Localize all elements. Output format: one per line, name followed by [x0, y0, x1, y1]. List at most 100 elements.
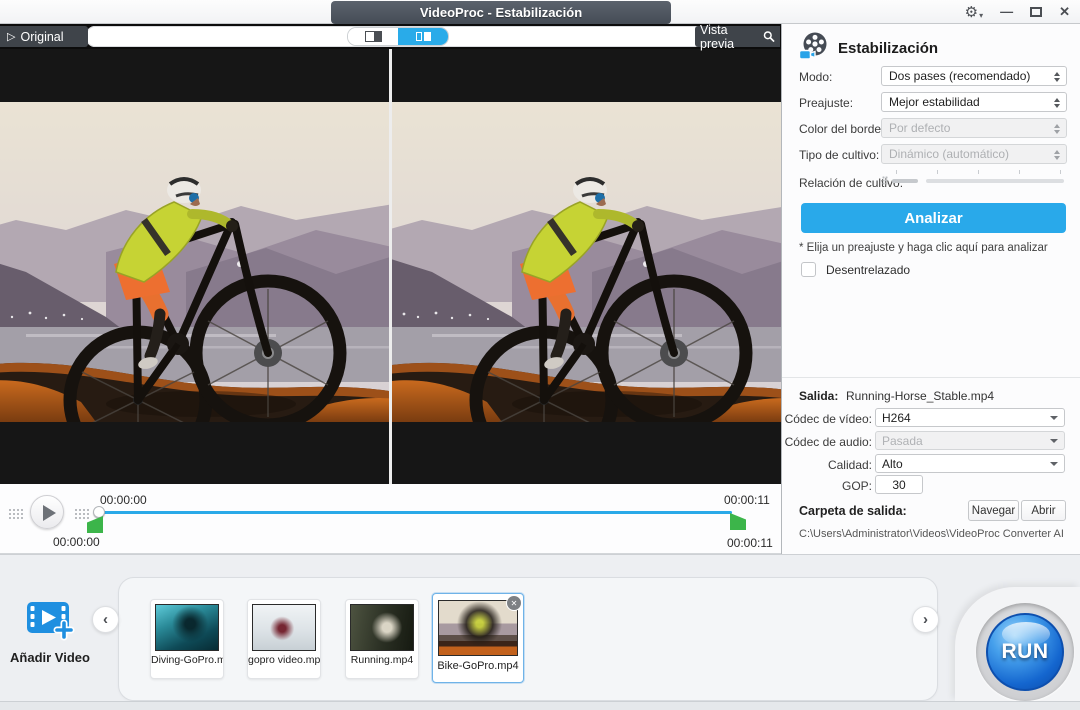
video-codec-value: H264: [882, 411, 911, 425]
vista-previa-text: Vista previa: [700, 23, 760, 51]
trim-start-marker[interactable]: [87, 516, 103, 533]
maximize-button[interactable]: [1030, 7, 1042, 17]
remove-video-button[interactable]: ✕: [506, 595, 522, 611]
output-folder-label: Carpeta de salida:: [799, 504, 907, 518]
arrow-left-icon: ‹: [103, 611, 108, 628]
video-carousel: [118, 577, 938, 701]
original-video-image: [0, 102, 389, 422]
view-mode-toggle: [348, 28, 448, 45]
video-thumbnail-image: [252, 604, 316, 651]
cultivo-select[interactable]: Dinámico (automático): [881, 144, 1067, 164]
audio-codec-label: Códec de audio:: [782, 435, 872, 449]
carousel-left-button[interactable]: ‹: [92, 606, 119, 633]
app-window: VideoProc - Estabilización ⚙ ▾ — ✕ ▷ Ori…: [0, 0, 1080, 710]
timeline-end-time: 00:00:11: [724, 493, 770, 507]
play-icon: [43, 505, 56, 521]
dropdown-arrow-icon: [1050, 416, 1058, 424]
calidad-select[interactable]: Alto: [875, 454, 1065, 473]
run-label: RUN: [1002, 640, 1049, 664]
video-codec-select[interactable]: H264: [875, 408, 1065, 427]
video-thumb-diving[interactable]: Diving-GoPro.mp4: [150, 599, 224, 679]
slider-ticks: [896, 170, 1062, 174]
navegar-button[interactable]: Navegar: [968, 500, 1019, 521]
minimize-button[interactable]: —: [1000, 7, 1013, 17]
abrir-button[interactable]: Abrir: [1021, 500, 1066, 521]
updown-icon: [1052, 147, 1061, 163]
gop-input[interactable]: [875, 475, 923, 494]
playhead-knob[interactable]: [93, 506, 105, 518]
add-video-label: Añadir Video: [6, 650, 94, 665]
magnifier-icon: [763, 30, 775, 43]
calidad-value: Alto: [882, 457, 903, 471]
drag-handle[interactable]: [74, 508, 89, 521]
dropdown-arrow-icon: [1050, 462, 1058, 470]
window-title: VideoProc - Estabilización: [331, 1, 671, 24]
preview-toolbar: ▷ Original Vista previa: [0, 24, 781, 49]
borde-select[interactable]: Por defecto: [881, 118, 1067, 138]
settings-button[interactable]: ⚙ ▾: [965, 5, 983, 20]
video-filename: Running.mp4: [346, 654, 418, 666]
close-button[interactable]: ✕: [1059, 4, 1070, 20]
updown-icon: [1052, 121, 1061, 137]
crop-ratio-slider[interactable]: [892, 170, 1064, 186]
analizar-button[interactable]: Analizar: [801, 203, 1066, 233]
preajuste-select[interactable]: Mejor estabilidad: [881, 92, 1067, 112]
preajuste-label: Preajuste:: [799, 96, 853, 110]
calidad-label: Calidad:: [782, 458, 872, 472]
single-view-icon: [365, 31, 382, 42]
drag-handle[interactable]: [8, 508, 23, 521]
dropdown-arrow-icon: [1050, 439, 1058, 447]
audio-codec-value: Pasada: [882, 434, 923, 448]
gop-label: GOP:: [782, 479, 872, 493]
play-button[interactable]: [30, 495, 64, 529]
vista-previa-button[interactable]: Vista previa: [695, 26, 780, 47]
video-thumb-bike-selected[interactable]: ✕ Bike-GoPro.mp4: [432, 593, 524, 683]
desentrelazado-checkbox[interactable]: [801, 262, 816, 277]
video-thumbnail-image: [155, 604, 219, 651]
video-thumb-gopro[interactable]: gopro video.mp4: [247, 599, 321, 679]
title-bar: VideoProc - Estabilización ⚙ ▾ — ✕: [0, 0, 1080, 24]
stabilization-panel: Estabilización Modo: Dos pases (recomend…: [781, 24, 1080, 554]
modo-select[interactable]: Dos pases (recomendado): [881, 66, 1067, 86]
carousel-right-button[interactable]: ›: [912, 606, 939, 633]
slider-grip-icon: [882, 176, 888, 185]
video-thumbnail-image: [350, 604, 414, 651]
video-filename: Bike-GoPro.mp4: [433, 660, 523, 672]
slider-handle[interactable]: [892, 179, 918, 183]
audio-codec-select[interactable]: Pasada: [875, 431, 1065, 450]
video-codec-label: Códec de vídeo:: [782, 412, 872, 426]
stabilized-video-image: [392, 102, 781, 422]
window-title-text: VideoProc - Estabilización: [420, 5, 582, 20]
add-video-icon: [25, 599, 75, 641]
original-label-text: Original: [20, 30, 63, 44]
cultivo-value: Dinámico (automático): [889, 147, 1009, 161]
single-view-toggle[interactable]: [348, 28, 398, 45]
slider-track: [926, 179, 1064, 183]
modo-label: Modo:: [799, 70, 832, 84]
video-thumbnail-image: [438, 600, 518, 656]
video-thumb-running[interactable]: Running.mp4: [345, 599, 419, 679]
trim-end-time: 00:00:11: [727, 536, 773, 550]
gear-icon: ⚙: [965, 5, 978, 20]
panel-divider: [782, 377, 1080, 378]
modo-value: Dos pases (recomendado): [889, 69, 1030, 83]
run-button[interactable]: RUN: [986, 613, 1064, 691]
split-view-toggle[interactable]: [398, 28, 448, 45]
stabilized-video-frame: [392, 49, 781, 484]
salida-label: Salida:: [799, 389, 838, 403]
add-video-button[interactable]: Añadir Video: [6, 599, 94, 665]
split-view-icon: [416, 32, 431, 41]
arrow-right-icon: ›: [923, 611, 928, 628]
video-filename: gopro video.mp4: [248, 654, 320, 666]
updown-icon: [1052, 95, 1061, 111]
chevron-down-icon: ▾: [979, 12, 983, 20]
timeline-track[interactable]: [103, 511, 732, 514]
panel-title: Estabilización: [838, 40, 938, 57]
salida-filename: Running-Horse_Stable.mp4: [846, 389, 994, 403]
playback-bar: 00:00:00 00:00:11 00:00:00 00:00:11: [0, 484, 781, 554]
output-folder-path: C:\Users\Administrator\Videos\VideoProc …: [799, 528, 1064, 540]
play-outline-icon: ▷: [7, 30, 15, 43]
trim-start-time: 00:00:00: [53, 535, 100, 549]
trim-end-marker[interactable]: [730, 513, 746, 530]
borde-label: Color del borde:: [799, 122, 884, 136]
